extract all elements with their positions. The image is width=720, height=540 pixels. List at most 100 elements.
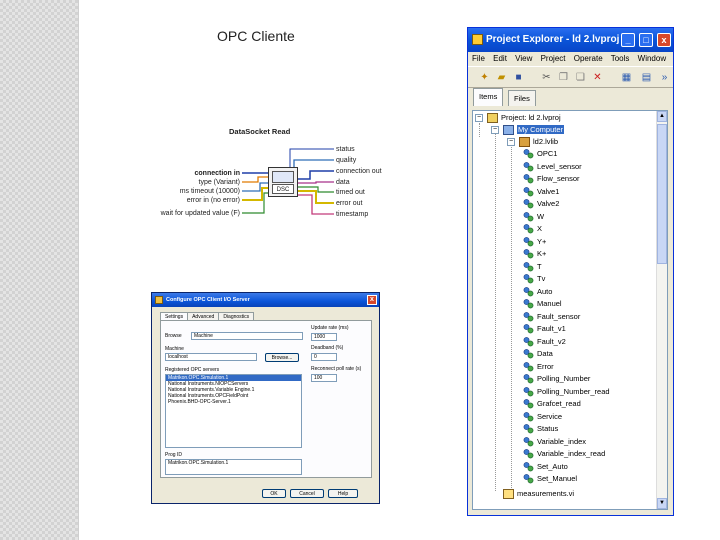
tree-item-variable[interactable]: Y+ [523, 236, 546, 248]
tree-item-variable[interactable]: Variable_index [523, 436, 586, 448]
tree-item-vi[interactable]: measurements.vi [503, 488, 574, 500]
save-icon[interactable]: ■ [512, 71, 525, 84]
shared-variable-icon [523, 374, 534, 384]
update-rate-input[interactable]: 1000 [311, 333, 337, 341]
reconnect-input[interactable]: 100 [311, 374, 337, 382]
menu-edit[interactable]: Edit [493, 54, 507, 63]
tab-items[interactable]: Items [473, 88, 504, 106]
close-icon[interactable]: x [657, 33, 671, 47]
tree-item-library[interactable]: ld2.lvlib [519, 136, 558, 148]
scroll-thumb[interactable] [657, 124, 667, 264]
list-item[interactable]: Phoenix.BHD-OPC-Server.1 [166, 399, 301, 405]
menu-file[interactable]: File [472, 54, 485, 63]
deadband-value: 0 [314, 354, 317, 360]
chevron-right-icon[interactable]: » [658, 71, 671, 84]
tree-item-variable[interactable]: Set_Auto [523, 461, 568, 473]
expand-toggle[interactable]: − [475, 114, 483, 122]
expand-toggle[interactable]: − [507, 138, 515, 146]
tree-scrollbar[interactable]: ▲ ▼ [656, 111, 667, 509]
tree-item-variable[interactable]: Auto [523, 286, 552, 298]
shared-variable-icon [523, 336, 534, 347]
menu-operate[interactable]: Operate [574, 54, 603, 63]
tree-item-project[interactable]: Project: ld 2.lvproj [487, 112, 561, 124]
shared-variable-icon [523, 236, 534, 247]
new-icon[interactable]: ✦ [478, 71, 491, 84]
variable-label: Status [537, 424, 559, 434]
tree-item-variable[interactable]: T [523, 261, 542, 273]
tree-item-variable[interactable]: X [523, 223, 542, 235]
project-tree[interactable]: − Project: ld 2.lvproj − My Computer − l… [472, 110, 668, 510]
copy-icon[interactable]: ❐ [557, 71, 570, 84]
deadband-input[interactable]: 0 [311, 353, 337, 361]
variable-label: Set_Auto [537, 461, 568, 471]
tree-item-variable[interactable]: Data [523, 348, 553, 360]
delete-icon[interactable]: ✕ [591, 71, 604, 84]
dialog-titlebar: Configure OPC Client I/O Server x [152, 293, 379, 307]
shared-variable-icon [523, 424, 534, 434]
tree-item-variable[interactable]: Fault_v2 [523, 336, 566, 348]
tree-item-variable[interactable]: Valve2 [523, 198, 559, 210]
browse-button[interactable]: Browse... [265, 353, 299, 362]
tree-item-variable[interactable]: Fault_v1 [523, 323, 566, 335]
tree-item-variable[interactable]: Flow_sensor [523, 173, 580, 185]
browse-select[interactable]: Machine [191, 332, 303, 340]
tree-item-variable[interactable]: Manuel [523, 298, 562, 310]
vi-icon [503, 489, 514, 500]
tree-item-variable[interactable]: Level_sensor [523, 161, 582, 173]
slide-title: OPC Cliente [217, 28, 295, 44]
expand-toggle[interactable]: − [491, 126, 499, 134]
menu-window[interactable]: Window [638, 54, 666, 63]
variable-label: Level_sensor [537, 161, 582, 171]
shared-variable-icon [523, 211, 534, 222]
variable-label: Fault_sensor [537, 311, 581, 321]
menu-tools[interactable]: Tools [611, 54, 630, 63]
tree-item-variable[interactable]: Variable_index_read [523, 448, 605, 460]
tree-item-variable[interactable]: Tv [523, 273, 545, 285]
machine-input[interactable]: localhost [165, 353, 257, 361]
shared-variable-icon [523, 149, 534, 159]
close-icon[interactable]: x [367, 295, 377, 305]
tree-item-variable[interactable]: Status [523, 423, 558, 435]
build-icon[interactable]: ▤ [640, 71, 653, 84]
tree-item-variable[interactable]: Valve1 [523, 186, 559, 198]
variable-label: Variable_index [537, 436, 587, 446]
cut-icon[interactable]: ✂ [540, 71, 553, 84]
tree-item-computer[interactable]: My Computer [503, 124, 565, 136]
deadband-label: Deadband (%) [311, 345, 344, 351]
maximize-icon[interactable]: □ [639, 33, 653, 47]
scroll-up-icon[interactable]: ▲ [657, 111, 667, 122]
tree-item-variable[interactable]: Polling_Number [523, 373, 590, 385]
tree-item-variable[interactable]: W [523, 211, 544, 223]
variable-label: Manuel [537, 299, 562, 309]
tree-item-variable[interactable]: Polling_Number_read [523, 386, 610, 398]
tab-files[interactable]: Files [508, 90, 536, 106]
progid-input[interactable]: Matrikon.OPC.Simulation.1 [165, 459, 302, 475]
variable-label: Data [537, 349, 553, 359]
scroll-down-icon[interactable]: ▼ [657, 498, 667, 509]
reconnect-value: 100 [314, 375, 323, 381]
tree-item-variable[interactable]: Error [523, 361, 554, 373]
tree-item-variable[interactable]: Set_Manuel [523, 473, 577, 485]
tree-item-variable[interactable]: Fault_sensor [523, 311, 580, 323]
project-tool-icon[interactable]: ▦ [620, 71, 633, 84]
tree-item-variable[interactable]: Service [523, 411, 562, 423]
help-button[interactable]: Help [328, 489, 358, 498]
node-label: DSC [272, 184, 294, 194]
open-folder-icon[interactable]: ▰ [495, 71, 508, 84]
machine-label: Machine [165, 346, 184, 352]
tree-item-variable[interactable]: K+ [523, 248, 546, 260]
menu-project[interactable]: Project [541, 54, 566, 63]
minimize-icon[interactable]: _ [621, 33, 635, 47]
dialog-title: Configure OPC Client I/O Server [166, 297, 250, 303]
menu-view[interactable]: View [515, 54, 532, 63]
tree-line [511, 143, 512, 488]
tree-item-variable[interactable]: Grafcet_read [523, 398, 581, 410]
cancel-button[interactable]: Cancel [290, 489, 324, 498]
paste-icon[interactable]: ❏ [574, 71, 587, 84]
ok-button[interactable]: OK [262, 489, 286, 498]
datasocket-read-node[interactable]: DSC [268, 167, 298, 197]
shared-variable-icon [523, 186, 534, 197]
registered-servers-list[interactable]: Matrikon.OPC.Simulation.1 National Instr… [165, 374, 302, 448]
shared-variable-icon [523, 399, 534, 409]
tree-item-variable[interactable]: OPC1 [523, 148, 557, 160]
